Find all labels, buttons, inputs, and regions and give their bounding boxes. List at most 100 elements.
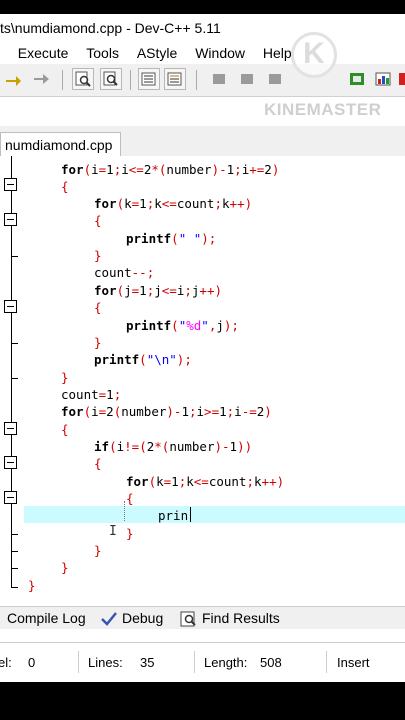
fold-toggle[interactable] [4,213,17,226]
unindent-icon [167,72,182,86]
status-bar: el: 0 Lines: 35 Length: 508 Insert [0,642,405,683]
toolbar [0,64,405,97]
code-line: if(i!=(2*(number)-1)) [94,439,253,454]
replace-button[interactable] [100,68,122,90]
menu-item-astyle[interactable]: AStyle [137,42,177,64]
code-line: } [94,543,102,558]
fold-end-marker [11,551,18,552]
current-line-highlight [24,506,405,523]
code-line: for(i=1;i<=2*(number)-1;i+=2) [61,162,280,177]
kinemaster-watermark: KINEMASTER [264,100,382,119]
code-line: { [94,213,102,228]
status-divider [194,651,195,673]
status-insert-mode: Insert [337,655,370,670]
menu-item-tools[interactable]: Tools [86,42,119,64]
code-line: for(j=1;j<=i;j++) [94,283,223,298]
forward-button[interactable] [30,68,52,90]
fold-toggle[interactable] [4,300,17,313]
indent-guide [124,501,125,521]
code-line: } [94,248,102,263]
chart-button[interactable] [372,68,394,90]
toolbar-separator [196,70,197,90]
status-length-label: Length: [204,655,248,670]
code-line: } [126,526,134,541]
fold-end-marker [11,256,18,257]
indent-icon [141,72,156,86]
code-line: { [61,422,69,437]
chart-icon [375,72,391,86]
unindent-button[interactable] [164,68,186,90]
code-line-current: prin [158,508,189,523]
menu-item-window[interactable]: Window [195,42,245,64]
debug-label: Debug [122,610,164,626]
window-title: ts\numdiamond.cpp - Dev-C++ 5.11 [0,20,221,36]
code-line: printf("%d",j); [126,318,239,333]
code-line: } [94,335,102,350]
kinemaster-logo: K [291,32,337,78]
menu-item-execute[interactable]: Execute [18,42,69,64]
screen-bottom-bar [0,682,405,720]
redo-arrow-icon [6,76,21,86]
mouse-ibeam-cursor: I [109,524,117,539]
status-sel-label: el: [0,655,12,670]
status-lines-label: Lines: [88,655,123,670]
find-button[interactable] [72,68,94,90]
code-line: count--; [94,265,155,280]
tab-find-results[interactable]: Find Results [180,607,280,629]
code-line: { [94,300,102,315]
window-title-bar: ts\numdiamond.cpp - Dev-C++ 5.11 [0,14,405,42]
status-sel-value: 0 [28,655,36,670]
fold-toggle[interactable] [4,178,17,191]
debug-icon [350,73,364,85]
kinemaster-logo-letter: K [303,37,325,70]
checkmark-icon [101,612,117,627]
screen-top-bar [0,0,405,14]
run-icon [241,74,253,84]
fold-gutter [0,156,24,606]
code-line: { [61,179,69,194]
status-length-value: 508 [260,655,282,670]
compile-run-icon [269,74,281,84]
code-line: for(k=1;k<=count;k++) [94,196,253,211]
find-results-icon [180,611,196,627]
fold-end-marker [11,378,18,379]
compile-run-button[interactable] [264,68,286,90]
replace-icon [103,71,118,86]
fold-end-marker [11,534,18,535]
code-line: for(k=1;k<=count;k++) [126,474,285,489]
code-line: } [61,560,69,575]
tab-label: numdiamond.cpp [5,137,113,153]
menu-bar: t Execute Tools AStyle Window Help [0,42,405,64]
fold-toggle[interactable] [4,491,17,504]
tab-numdiamond[interactable]: numdiamond.cpp [0,132,122,157]
code-line: printf(" "); [126,231,217,246]
fold-toggle[interactable] [4,456,17,469]
menu-item-help[interactable]: Help [263,42,292,64]
status-lines-value: 35 [140,655,155,670]
tab-debug[interactable]: Debug [100,607,163,629]
fold-end-marker [11,587,18,588]
code-line: { [94,456,102,471]
compile-log-label: Compile Log [7,610,86,626]
indent-button[interactable] [138,68,160,90]
redo-button[interactable] [2,68,24,90]
toolbar-separator [130,70,131,90]
code-line: } [28,578,36,593]
find-results-label: Find Results [202,610,280,626]
debug-toolbar-button[interactable] [346,68,368,90]
bottom-panel-tabs: Compile Log Debug Find Results [0,606,405,629]
code-line: { [126,491,134,506]
toolbar-separator [62,70,63,90]
status-divider [78,651,79,673]
tab-compile-log[interactable]: Compile Log [7,607,86,629]
code-editor[interactable]: for(i=1;i<=2*(number)-1;i+=2) { for(k=1;… [0,156,405,606]
editor-tab-strip: numdiamond.cpp [0,126,405,157]
find-icon [75,71,91,87]
code-line: for(i=2(number)-1;i>=1;i-=2) [61,404,272,419]
fold-toggle[interactable] [4,422,17,435]
run-button[interactable] [236,68,258,90]
stop-button[interactable] [396,68,405,90]
compile-button[interactable] [208,68,230,90]
fold-end-marker [11,568,18,569]
arrow-right-icon [34,74,49,84]
